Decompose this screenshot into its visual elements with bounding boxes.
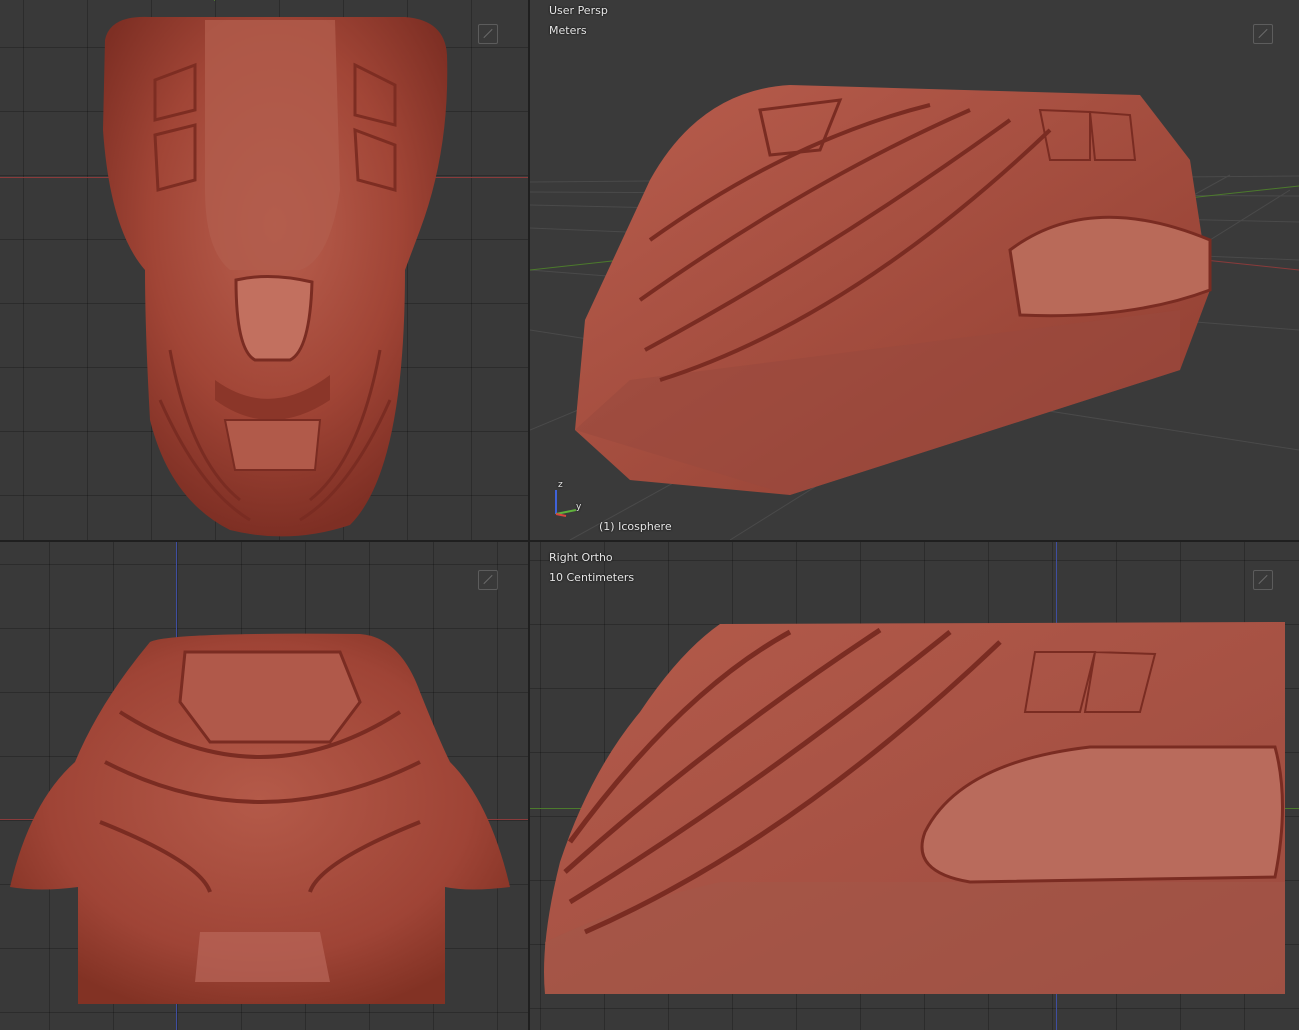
viewport-top-left[interactable] <box>0 0 528 540</box>
viewport-divider-horizontal[interactable] <box>0 540 1299 542</box>
view-split-widget-icon[interactable] <box>478 24 498 44</box>
view-split-widget-icon[interactable] <box>1253 24 1273 44</box>
viewport-view-name: User Persp <box>549 4 608 17</box>
viewport-grid-scale: 10 Centimeters <box>549 571 635 584</box>
viewport-view-name: Right Ortho <box>549 551 613 564</box>
mesh-top-view[interactable] <box>0 542 528 1030</box>
gizmo-y-label: y <box>576 502 582 512</box>
viewport-bottom-right[interactable]: Right Ortho 10 Centimeters <box>530 542 1299 1030</box>
viewport-grid-scale: Meters <box>549 24 587 37</box>
view-split-widget-icon[interactable] <box>478 570 498 590</box>
mesh-front-view[interactable] <box>0 0 528 540</box>
axis-gizmo: z y <box>548 480 588 520</box>
mesh-side-view[interactable] <box>530 542 1299 1030</box>
mesh-perspective-view[interactable] <box>530 0 1299 540</box>
viewport-top-right[interactable]: User Persp Meters (1) Icosphere z y <box>530 0 1299 540</box>
viewport-divider-vertical[interactable] <box>528 0 530 1030</box>
view-split-widget-icon[interactable] <box>1253 570 1273 590</box>
quad-viewport-area: User Persp Meters (1) Icosphere z y Righ… <box>0 0 1299 1030</box>
gizmo-z-label: z <box>558 480 563 490</box>
viewport-bottom-left[interactable] <box>0 542 528 1030</box>
active-object-label: (1) Icosphere <box>599 520 672 533</box>
